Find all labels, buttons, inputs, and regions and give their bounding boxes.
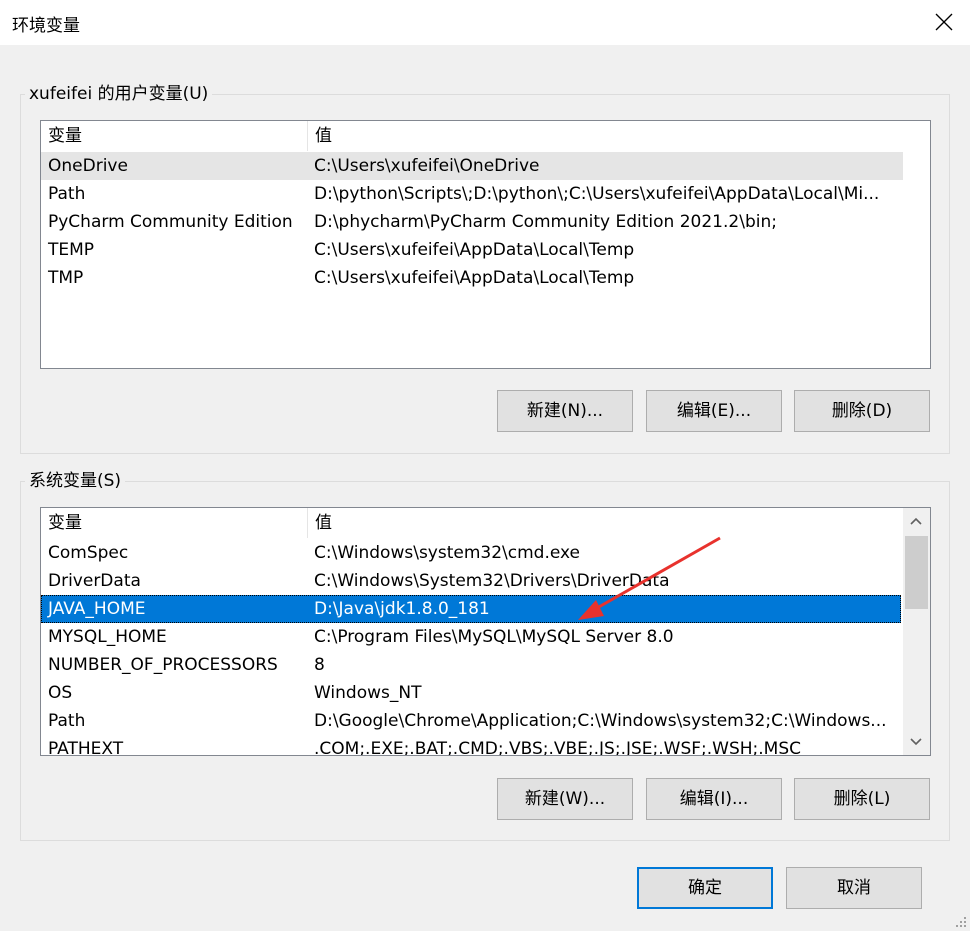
variable-value: Windows_NT xyxy=(314,683,422,703)
variable-name: PATHEXT xyxy=(48,739,124,756)
list-item[interactable]: MYSQL_HOME C:\Program Files\MySQL\MySQL S… xyxy=(41,623,901,651)
list-item[interactable]: DriverData C:\Windows\System32\Drivers\Dr… xyxy=(41,567,901,595)
close-icon xyxy=(935,13,953,31)
variable-name: DriverData xyxy=(48,571,141,591)
list-item[interactable]: Path D:\python\Scripts\;D:\python\;C:\Use… xyxy=(41,180,903,208)
user-delete-button[interactable]: 删除(D) xyxy=(794,390,930,432)
list-item[interactable]: PATHEXT .COM;.EXE;.BAT;.CMD;.VBS;.VBE;.JS… xyxy=(41,735,901,756)
chevron-up-icon xyxy=(910,517,922,525)
scroll-up-button[interactable] xyxy=(903,508,929,534)
close-button[interactable] xyxy=(918,0,970,45)
list-item[interactable]: OS Windows_NT xyxy=(41,679,901,707)
list-item[interactable]: PyCharm Community Edition D:\phycharm\PyC… xyxy=(41,208,903,236)
list-header: 变量 值 xyxy=(41,121,903,151)
variable-value: D:\phycharm\PyCharm Community Edition 20… xyxy=(314,212,777,232)
column-header-value[interactable]: 值 xyxy=(308,121,903,151)
variable-value: 8 xyxy=(314,655,325,675)
vertical-scrollbar[interactable] xyxy=(903,508,930,755)
user-variables-list[interactable]: 变量 值 OneDrive C:\Users\xufeifei\OneDrive P… xyxy=(40,120,931,369)
list-item[interactable]: OneDrive C:\Users\xufeifei\OneDrive xyxy=(41,152,903,180)
system-variables-list[interactable]: 变量 值 ComSpec C:\Windows\system32\cmd.exe D… xyxy=(40,507,931,756)
system-new-button[interactable]: 新建(W)... xyxy=(497,778,633,820)
variable-name: OS xyxy=(48,683,73,703)
user-new-button[interactable]: 新建(N)... xyxy=(497,390,633,432)
red-arrow-annotation xyxy=(578,536,721,620)
cancel-button[interactable]: 取消 xyxy=(786,867,922,909)
variable-value: C:\Users\xufeifei\OneDrive xyxy=(314,156,540,176)
variable-value: D:\python\Scripts\;D:\python\;C:\Users\x… xyxy=(314,184,880,204)
variable-name: OneDrive xyxy=(48,156,128,176)
resize-grip-icon[interactable] xyxy=(954,915,968,929)
list-item[interactable]: NUMBER_OF_PROCESSORS 8 xyxy=(41,651,901,679)
user-variables-label: xufeifei 的用户变量(U) xyxy=(25,84,213,104)
list-item[interactable]: TEMP C:\Users\xufeifei\AppData\Local\Temp xyxy=(41,236,903,264)
list-header: 变量 值 xyxy=(41,508,903,538)
user-edit-button[interactable]: 编辑(E)... xyxy=(646,390,782,432)
variable-name: NUMBER_OF_PROCESSORS xyxy=(48,655,278,675)
system-delete-button[interactable]: 删除(L) xyxy=(794,778,930,820)
column-header-variable[interactable]: 变量 xyxy=(41,508,308,538)
window-title: 环境变量 xyxy=(12,16,80,36)
title-bar: 环境变量 xyxy=(0,0,970,45)
chevron-down-icon xyxy=(910,738,922,746)
variable-value: D:\Google\Chrome\Application;C:\Windows\… xyxy=(314,711,887,731)
list-item[interactable]: TMP C:\Users\xufeifei\AppData\Local\Temp xyxy=(41,264,903,292)
variable-name: Path xyxy=(48,184,86,204)
variable-name: PyCharm Community Edition xyxy=(48,212,293,232)
scroll-thumb[interactable] xyxy=(905,536,928,609)
ok-button[interactable]: 确定 xyxy=(637,867,773,909)
system-edit-button[interactable]: 编辑(I)... xyxy=(646,778,782,820)
variable-name: ComSpec xyxy=(48,543,129,563)
variable-name: TMP xyxy=(48,268,84,288)
column-header-variable[interactable]: 变量 xyxy=(41,121,308,151)
scroll-down-button[interactable] xyxy=(903,729,929,755)
variable-value: .COM;.EXE;.BAT;.CMD;.VBS;.VBE;.JS;.JSE;.… xyxy=(314,739,802,756)
variable-name: TEMP xyxy=(48,240,95,260)
variable-name: MYSQL_HOME xyxy=(48,627,167,647)
variable-name: JAVA_HOME xyxy=(48,599,146,619)
list-item[interactable]: ComSpec C:\Windows\system32\cmd.exe xyxy=(41,539,901,567)
variable-value: C:\Users\xufeifei\AppData\Local\Temp xyxy=(314,268,635,288)
variable-name: Path xyxy=(48,711,86,731)
variable-value: C:\Users\xufeifei\AppData\Local\Temp xyxy=(314,240,635,260)
system-variables-label: 系统变量(S) xyxy=(25,471,126,491)
list-item[interactable]: JAVA_HOME D:\Java\jdk1.8.0_181 xyxy=(41,595,901,623)
list-item[interactable]: Path D:\Google\Chrome\Application;C:\Wind… xyxy=(41,707,901,735)
